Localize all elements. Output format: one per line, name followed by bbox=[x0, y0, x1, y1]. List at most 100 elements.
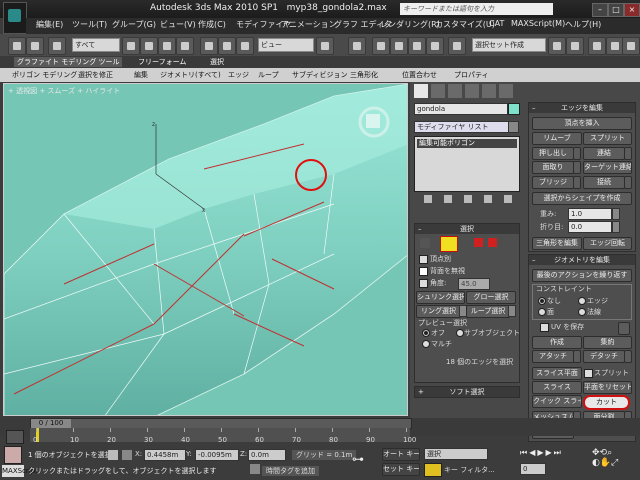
pin-stack-icon[interactable] bbox=[424, 195, 432, 203]
element-subobject-icon[interactable] bbox=[488, 238, 497, 247]
ribbon-loops[interactable]: ループ bbox=[258, 70, 279, 80]
close-button[interactable]: × bbox=[624, 3, 640, 17]
stack-item-editable-poly[interactable]: 編集可能ポリゴン bbox=[417, 139, 517, 148]
render-icon[interactable] bbox=[622, 37, 640, 55]
maxscript-listener-button[interactable]: MAXScript bbox=[2, 465, 38, 477]
vertex-subobject-icon[interactable] bbox=[420, 238, 430, 248]
preview-subobj-radio[interactable] bbox=[456, 329, 464, 337]
select-by-name-icon[interactable] bbox=[140, 37, 158, 55]
constraint-normal-radio[interactable] bbox=[578, 308, 586, 316]
insert-vertex-button[interactable]: 頂点を挿入 bbox=[532, 117, 632, 130]
bridge-button[interactable]: ブリッジ bbox=[532, 176, 574, 189]
set-key-button[interactable]: セット キー bbox=[382, 463, 420, 476]
z-coord-field[interactable]: 0.0m bbox=[248, 449, 286, 461]
percent-snap-icon[interactable] bbox=[408, 37, 426, 55]
crease-field[interactable]: 0.0 bbox=[568, 221, 612, 233]
playback-controls[interactable]: ⏮◀▶▶⏭ bbox=[520, 448, 590, 460]
menu-edit[interactable]: 編集(E) bbox=[36, 19, 63, 30]
current-frame-field[interactable]: 0 bbox=[520, 463, 546, 475]
connect-button[interactable]: 接続 bbox=[583, 176, 625, 189]
chamfer-button[interactable]: 面取り bbox=[532, 161, 574, 174]
tab-freeform[interactable]: フリーフォーム bbox=[138, 57, 186, 67]
modify-tab-icon[interactable] bbox=[431, 84, 445, 98]
ribbon-geometry-all[interactable]: ジオメトリ(すべて) bbox=[160, 70, 221, 80]
ribbon-triangulation[interactable]: 三角形化 bbox=[350, 70, 378, 80]
polygon-subobject-icon[interactable] bbox=[474, 238, 483, 247]
extrude-settings-button[interactable] bbox=[573, 147, 581, 160]
perspective-viewport[interactable]: z x bbox=[3, 83, 408, 416]
ribbon-polygon-modeling[interactable]: ポリゴン モデリング bbox=[12, 70, 77, 80]
edit-geometry-header[interactable]: – ジオメトリを編集 bbox=[529, 255, 635, 265]
key-mode-icon[interactable]: ⊶ bbox=[352, 452, 370, 470]
show-end-result-icon[interactable] bbox=[444, 195, 452, 203]
menu-maxscript[interactable]: MAXScript(M) bbox=[511, 19, 565, 28]
add-time-tag-button[interactable]: 時間タグを追加 bbox=[262, 466, 319, 476]
angle-snap-icon[interactable] bbox=[390, 37, 408, 55]
time-tag-icon[interactable] bbox=[250, 464, 260, 474]
menu-animation[interactable]: アニメーション bbox=[281, 19, 337, 30]
chamfer-settings-button[interactable] bbox=[573, 161, 581, 174]
quickslice-button[interactable]: クイック スライス bbox=[532, 395, 582, 408]
menu-cat[interactable]: CAT bbox=[489, 19, 504, 28]
link-icon[interactable] bbox=[48, 37, 66, 55]
set-key-icon[interactable] bbox=[424, 463, 442, 477]
rect-region-icon[interactable] bbox=[158, 37, 176, 55]
ribbon-edges[interactable]: エッジ bbox=[228, 70, 249, 80]
connect-settings-button[interactable] bbox=[624, 176, 632, 189]
lock-selection-icon[interactable] bbox=[108, 450, 118, 460]
ribbon-modify-selection[interactable]: 選択を修正 bbox=[78, 70, 113, 80]
repeat-last-button[interactable]: 最後のアクションを繰り返す bbox=[532, 269, 632, 282]
preview-multi-radio[interactable] bbox=[422, 340, 430, 348]
angle-field[interactable]: 45.0 bbox=[458, 278, 490, 290]
selection-rollout-header[interactable]: – 選択 bbox=[415, 224, 519, 234]
motion-tab-icon[interactable] bbox=[465, 84, 479, 98]
select-object-icon[interactable] bbox=[122, 37, 140, 55]
attach-list-button[interactable] bbox=[573, 350, 581, 363]
ignore-backfacing-checkbox[interactable] bbox=[419, 267, 428, 276]
turn-button[interactable]: エッジ回転 bbox=[583, 237, 632, 250]
create-button[interactable]: 作成 bbox=[532, 336, 582, 349]
reset-plane-button[interactable]: 平面をリセット bbox=[583, 381, 632, 394]
attach-button[interactable]: アタッチ bbox=[532, 350, 574, 363]
material-editor-icon[interactable] bbox=[588, 37, 606, 55]
selection-filter-dropdown[interactable]: すべて bbox=[72, 38, 120, 52]
make-unique-icon[interactable] bbox=[464, 195, 472, 203]
split-checkbox[interactable] bbox=[584, 369, 593, 378]
menu-rendering[interactable]: レンダリング(R) bbox=[380, 19, 440, 30]
select-manipulate-icon[interactable] bbox=[348, 37, 366, 55]
weld-settings-button[interactable] bbox=[624, 147, 632, 160]
target-weld-button[interactable]: ターゲット連結 bbox=[583, 161, 632, 174]
mini-listener-icon[interactable] bbox=[4, 446, 22, 464]
app-logo-icon[interactable] bbox=[3, 2, 27, 34]
menu-tools[interactable]: ツール(T) bbox=[72, 19, 107, 30]
edge-subobject-icon[interactable] bbox=[440, 236, 458, 252]
mirror-icon[interactable] bbox=[548, 37, 566, 55]
bridge-settings-button[interactable] bbox=[573, 176, 581, 189]
grow-button[interactable]: グロー選択 bbox=[466, 291, 516, 304]
preserve-uv-settings-button[interactable] bbox=[618, 322, 630, 335]
ribbon-properties[interactable]: プロパティ bbox=[454, 70, 489, 80]
weight-field[interactable]: 1.0 bbox=[568, 208, 612, 220]
detach-button[interactable]: デタッチ bbox=[583, 350, 625, 363]
x-coord-field[interactable]: 0.4458m bbox=[144, 449, 186, 461]
angle-checkbox[interactable] bbox=[419, 279, 428, 288]
collapse-button[interactable]: 集約 bbox=[583, 336, 632, 349]
undo-icon[interactable] bbox=[8, 37, 26, 55]
ribbon-subdivision[interactable]: サブディビジョン bbox=[292, 70, 348, 80]
time-slider-thumb[interactable]: 0 / 100 bbox=[31, 419, 71, 428]
reference-coord-dropdown[interactable]: ビュー bbox=[258, 38, 314, 52]
create-shape-button[interactable]: 選択からシェイプを作成 bbox=[532, 192, 632, 205]
shrink-button[interactable]: シュリンク選択 bbox=[416, 291, 465, 304]
menu-customize[interactable]: カスタマイズ(U) bbox=[435, 19, 495, 30]
weld-button[interactable]: 連結 bbox=[583, 147, 625, 160]
create-tab-icon[interactable] bbox=[414, 84, 428, 98]
ribbon-align[interactable]: 位置合わせ bbox=[402, 70, 437, 80]
move-icon[interactable] bbox=[200, 37, 218, 55]
menu-group[interactable]: グループ(G) bbox=[112, 19, 156, 30]
align-icon[interactable] bbox=[566, 37, 584, 55]
spinner-snap-icon[interactable] bbox=[426, 37, 444, 55]
rotate-icon[interactable] bbox=[218, 37, 236, 55]
viewport-nav-controls[interactable]: ✥⟲⌕ ◐✋⤢ bbox=[592, 448, 638, 476]
menu-help[interactable]: ヘルプ(H) bbox=[565, 19, 601, 30]
detach-settings-button[interactable] bbox=[624, 350, 632, 363]
